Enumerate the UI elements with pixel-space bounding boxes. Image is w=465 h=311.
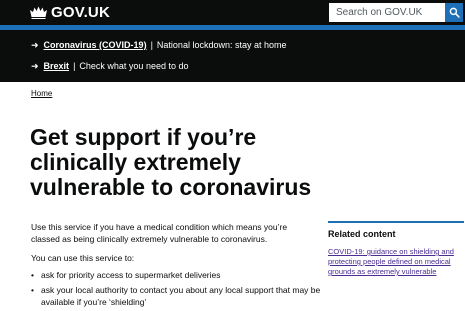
notice-coronavirus: ➜ Coronavirus (COVID-19) | National lock… xyxy=(31,38,287,52)
search-button[interactable] xyxy=(445,3,463,22)
list-item: ask your local authority to contact you … xyxy=(31,284,321,308)
govuk-logo[interactable]: GOV.UK xyxy=(30,3,110,21)
notice-brexit: ➜ Brexit | Check what you need to do xyxy=(31,59,188,73)
notice-text: National lockdown: stay at home xyxy=(156,40,287,50)
lead-text: You can use this service to: xyxy=(31,253,135,263)
notice-text: Check what you need to do xyxy=(79,61,189,71)
list-item: ask for priority access to supermarket d… xyxy=(31,269,321,281)
search-form xyxy=(329,3,463,22)
service-list: ask for priority access to supermarket d… xyxy=(31,269,321,311)
search-input[interactable] xyxy=(329,3,445,22)
coronavirus-link[interactable]: Coronavirus (COVID-19) xyxy=(44,40,147,50)
arrow-right-icon: ➜ xyxy=(31,60,39,71)
arrow-right-icon: ➜ xyxy=(31,39,39,50)
page-title: Get support if you’re clinically extreme… xyxy=(30,124,312,200)
notice-separator: | xyxy=(150,40,153,50)
logo-text: GOV.UK xyxy=(51,3,110,21)
related-link[interactable]: COVID-19: guidance on shielding and prot… xyxy=(328,247,464,277)
crown-icon xyxy=(30,6,47,19)
related-content: Related content COVID-19: guidance on sh… xyxy=(328,221,464,277)
search-icon xyxy=(449,7,460,18)
intro-text: Use this service if you have a medical c… xyxy=(31,222,288,244)
global-notices: ➜ Coronavirus (COVID-19) | National lock… xyxy=(0,30,465,82)
breadcrumb-home[interactable]: Home xyxy=(31,89,52,98)
notice-separator: | xyxy=(73,61,76,71)
related-heading: Related content xyxy=(328,229,396,239)
site-header: GOV.UK xyxy=(0,0,465,25)
brexit-link[interactable]: Brexit xyxy=(44,61,70,71)
